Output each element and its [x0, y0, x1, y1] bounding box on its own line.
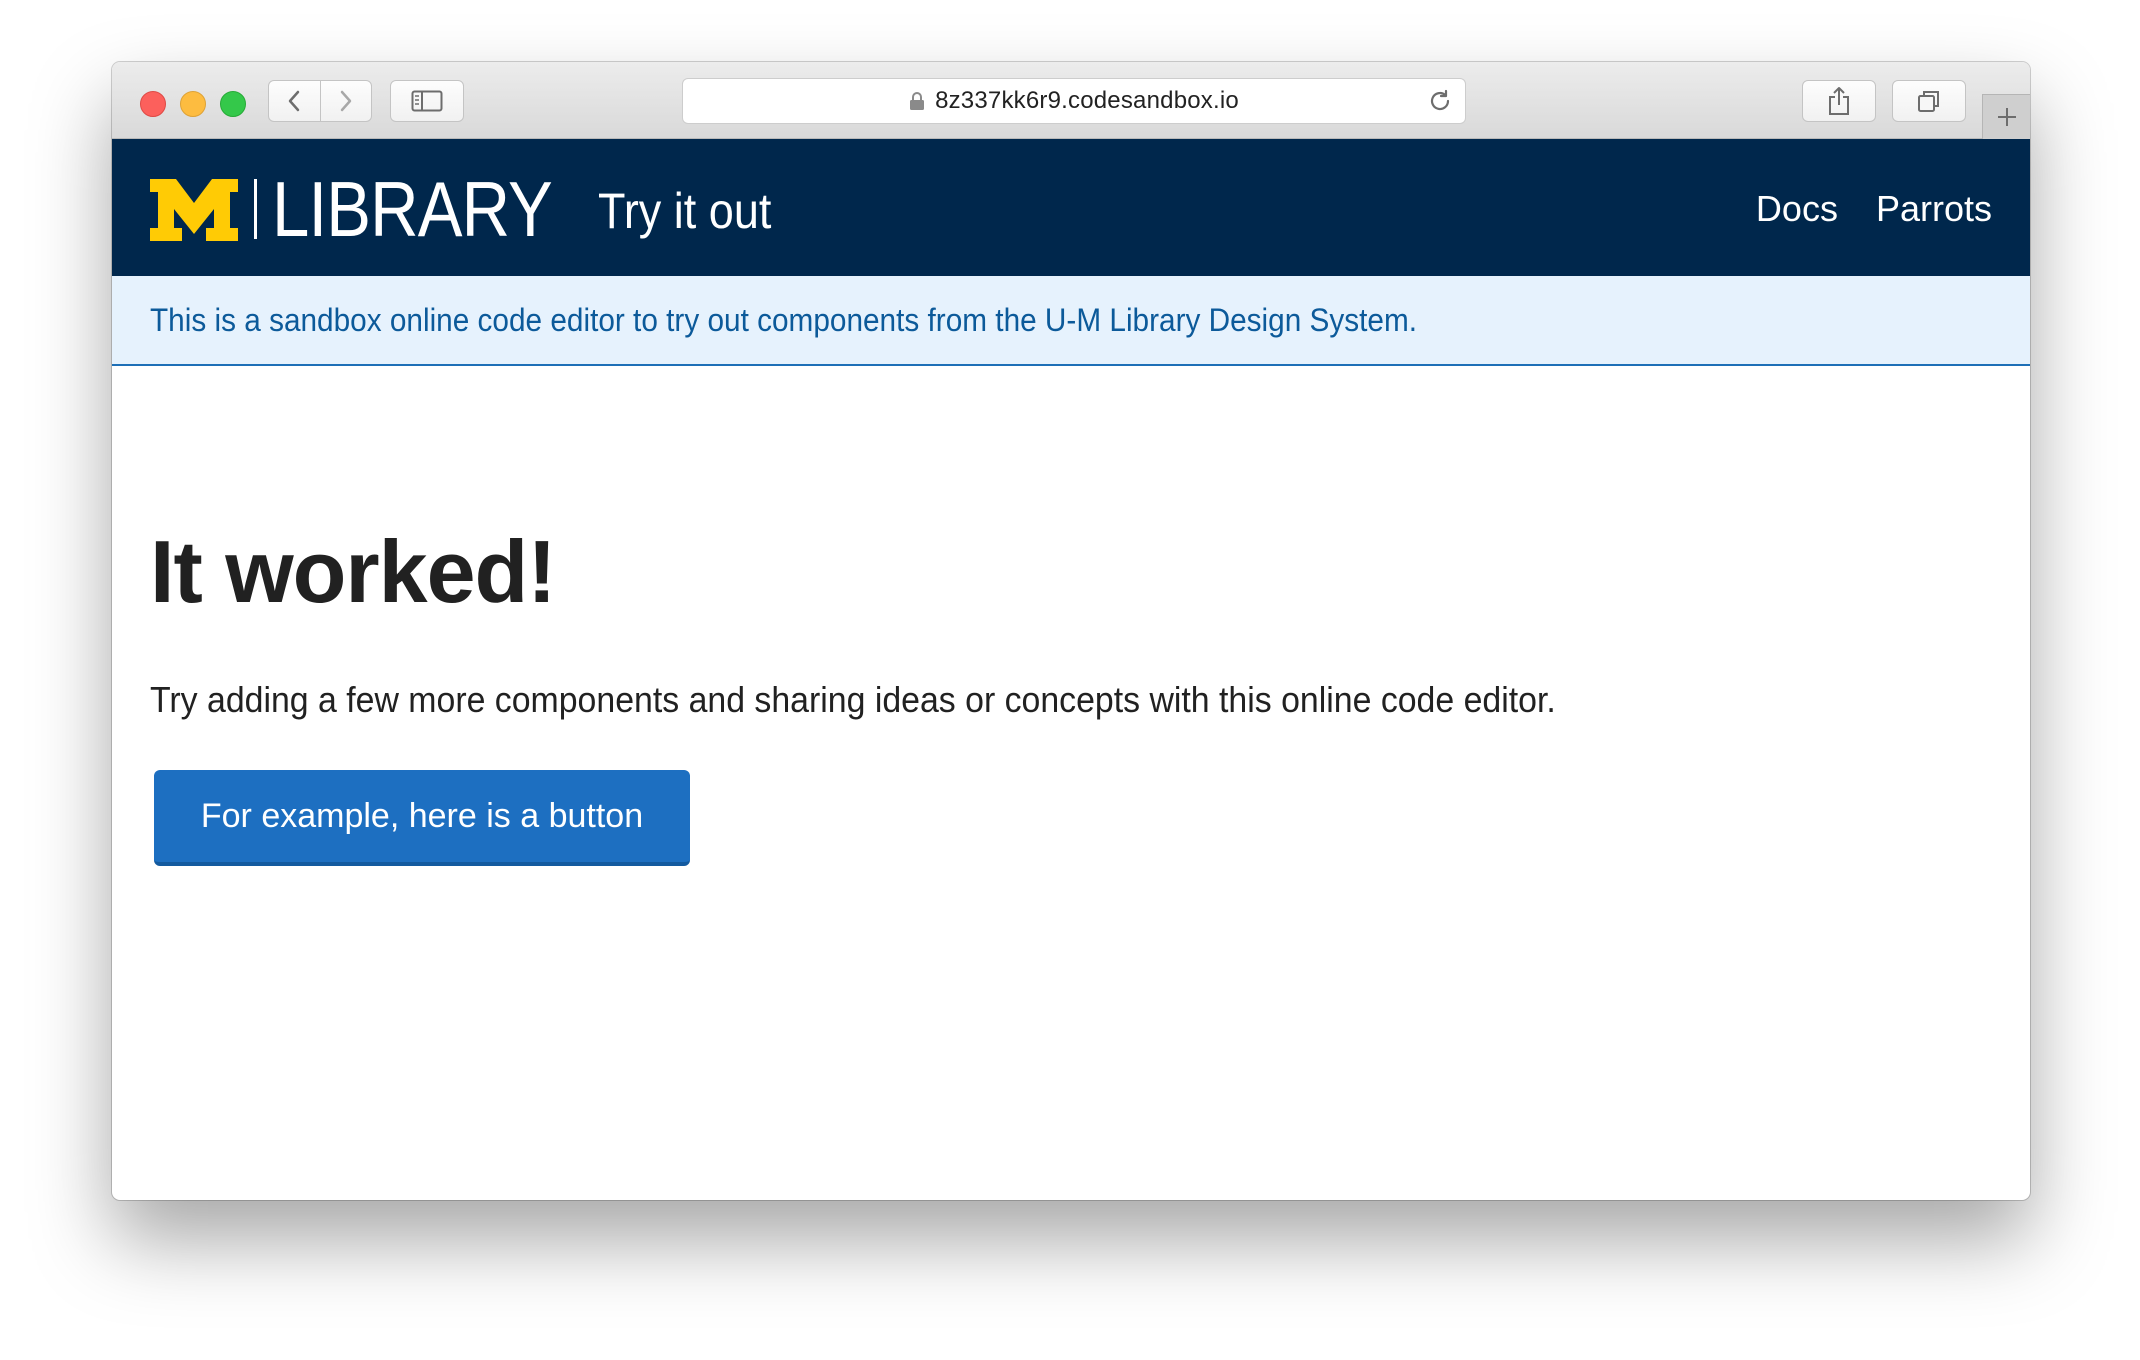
tabs-overview-button[interactable]: [1892, 80, 1966, 122]
browser-window: 8z337kk6r9.codesandbox.io LIBRARY Try it…: [112, 62, 2030, 1200]
block-m-logo[interactable]: [150, 179, 238, 241]
intro-paragraph: Try adding a few more components and sha…: [150, 679, 1556, 720]
lock-icon: [910, 92, 925, 110]
nav-link-docs[interactable]: Docs: [1756, 185, 1838, 233]
minimize-window-button[interactable]: [180, 91, 206, 117]
screenshot-scene: 8z337kk6r9.codesandbox.io LIBRARY Try it…: [0, 0, 2140, 1360]
url-text: 8z337kk6r9.codesandbox.io: [935, 87, 1239, 114]
history-nav-group: [268, 80, 372, 122]
browser-toolbar: 8z337kk6r9.codesandbox.io: [112, 62, 2030, 139]
new-tab-button[interactable]: [1982, 94, 2030, 139]
library-wordmark[interactable]: LIBRARY: [272, 169, 553, 249]
chevron-right-icon: [340, 90, 351, 112]
header-nav: Docs Parrots: [1756, 185, 1992, 233]
sidebar-icon: [411, 90, 443, 112]
forward-button[interactable]: [319, 81, 372, 121]
site-header: LIBRARY Try it out Docs Parrots: [112, 139, 2030, 276]
page-heading: It worked!: [150, 522, 557, 621]
example-button[interactable]: For example, here is a button: [154, 770, 690, 866]
zoom-window-button[interactable]: [220, 91, 246, 117]
address-bar[interactable]: 8z337kk6r9.codesandbox.io: [682, 78, 1466, 124]
sidebar-toggle-button[interactable]: [390, 80, 464, 122]
share-button[interactable]: [1802, 80, 1876, 122]
info-banner: This is a sandbox online code editor to …: [112, 276, 2030, 366]
nav-link-parrots[interactable]: Parrots: [1876, 185, 1992, 233]
reload-icon[interactable]: [1427, 88, 1453, 114]
banner-text: This is a sandbox online code editor to …: [150, 302, 1418, 338]
logo-divider: [254, 179, 257, 239]
share-icon: [1829, 87, 1849, 115]
chevron-left-icon: [289, 90, 300, 112]
close-window-button[interactable]: [140, 91, 166, 117]
site-title: Try it out: [598, 183, 772, 239]
plus-icon: [1998, 108, 2016, 126]
tabs-overview-icon: [1918, 91, 1939, 112]
back-button[interactable]: [269, 81, 320, 121]
